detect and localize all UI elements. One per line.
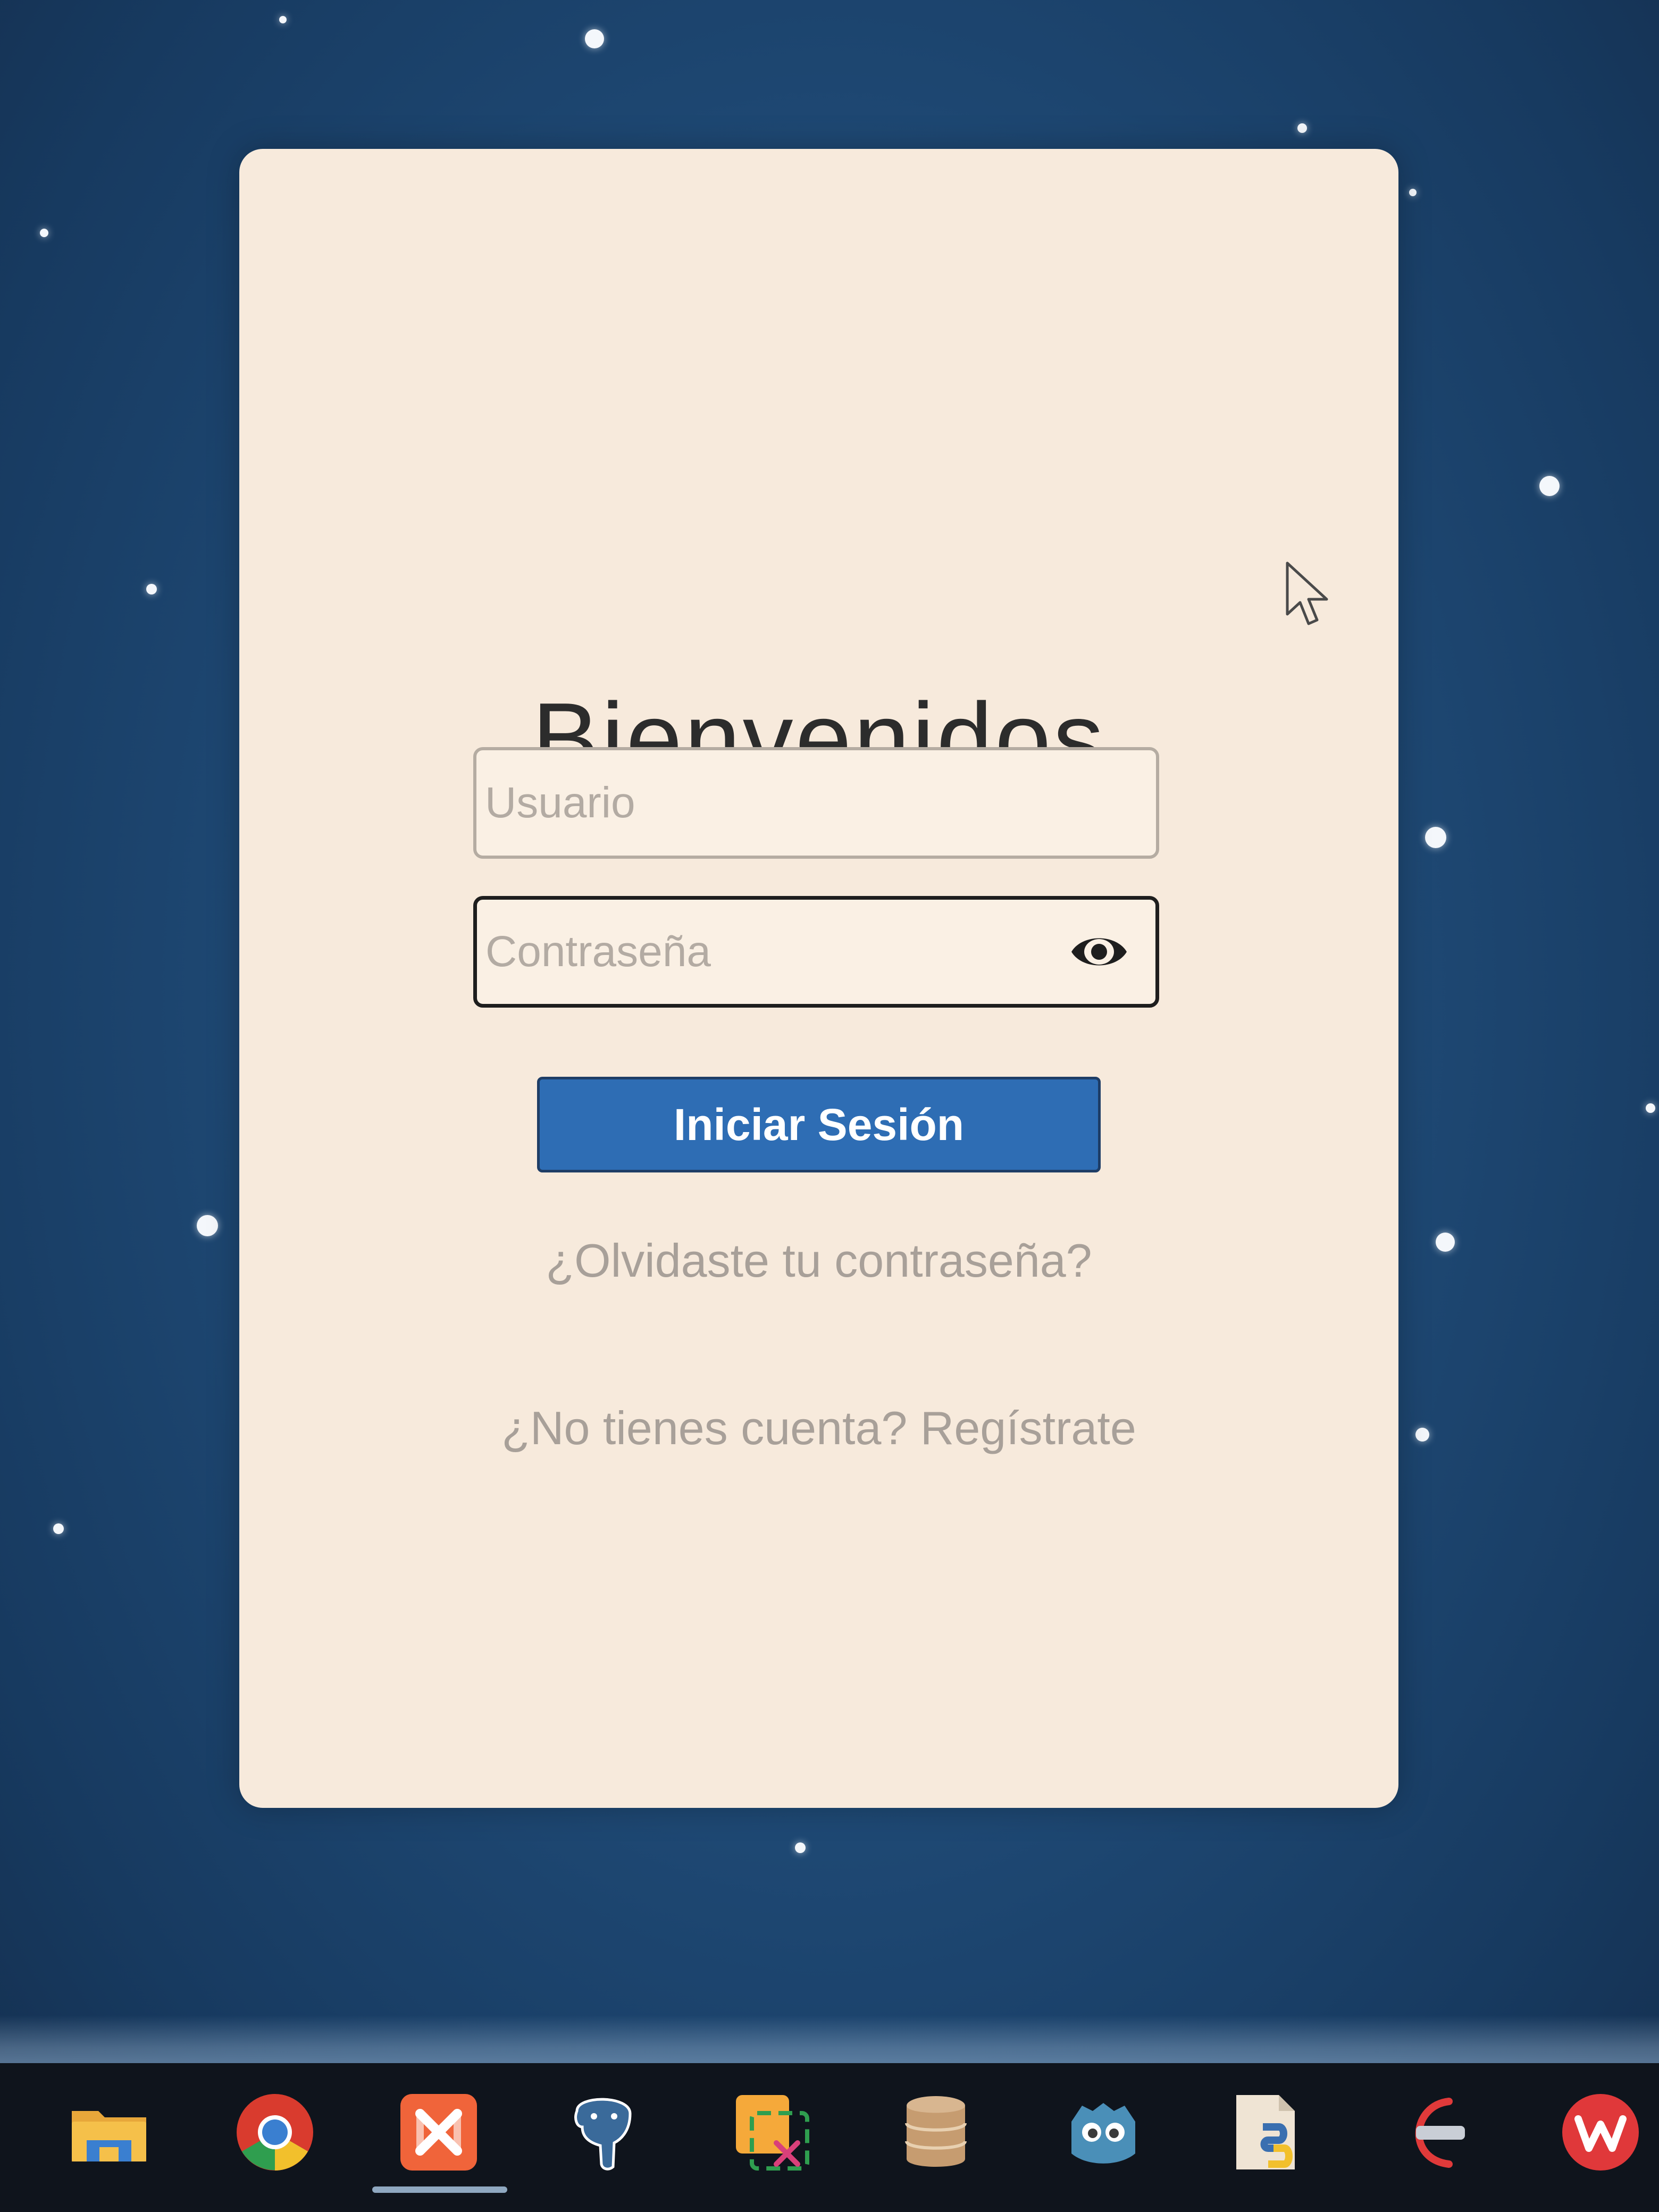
postgresql-icon[interactable] — [561, 2090, 646, 2175]
python-file-icon[interactable] — [1226, 2090, 1311, 2175]
star — [197, 1215, 218, 1236]
chrome-icon[interactable] — [232, 2090, 317, 2175]
login-card: Bienvenidos Iniciar Sesión ¿Olvidaste tu… — [239, 149, 1398, 1808]
desktop-background: Bienvenidos Iniciar Sesión ¿Olvidaste tu… — [0, 0, 1659, 2068]
snow-bank — [0, 2015, 1659, 2068]
star — [1297, 123, 1307, 133]
password-field[interactable] — [473, 896, 1159, 1008]
taskbar — [0, 2063, 1659, 2212]
show-password-eye-icon[interactable] — [1069, 931, 1129, 973]
snipping-tool-icon[interactable] — [728, 2090, 814, 2175]
database-icon[interactable] — [893, 2090, 978, 2175]
star — [146, 584, 157, 594]
forgot-password-link[interactable]: ¿Olvidaste tu contraseña? — [239, 1234, 1398, 1288]
star — [795, 1842, 806, 1853]
star — [53, 1523, 64, 1534]
username-field[interactable] — [473, 747, 1159, 859]
star — [40, 229, 48, 237]
mouse-cursor-icon — [1284, 561, 1332, 630]
username-input[interactable] — [476, 750, 1156, 856]
password-input[interactable] — [477, 899, 1155, 1004]
register-link[interactable]: ¿No tienes cuenta? Regístrate — [239, 1401, 1398, 1455]
file-explorer-icon[interactable] — [66, 2090, 152, 2175]
star — [1436, 1233, 1455, 1252]
wps-office-icon[interactable] — [1558, 2090, 1643, 2175]
star — [1425, 827, 1446, 848]
star — [1539, 476, 1560, 496]
netbeans-icon[interactable] — [1390, 2090, 1476, 2175]
star — [585, 29, 604, 48]
xampp-icon[interactable] — [396, 2090, 481, 2175]
login-button[interactable]: Iniciar Sesión — [537, 1077, 1101, 1172]
star — [279, 16, 287, 23]
star — [1415, 1428, 1429, 1442]
star — [1646, 1103, 1655, 1113]
active-app-indicator — [372, 2186, 507, 2193]
godot-icon[interactable] — [1061, 2090, 1146, 2175]
star — [1409, 189, 1417, 196]
